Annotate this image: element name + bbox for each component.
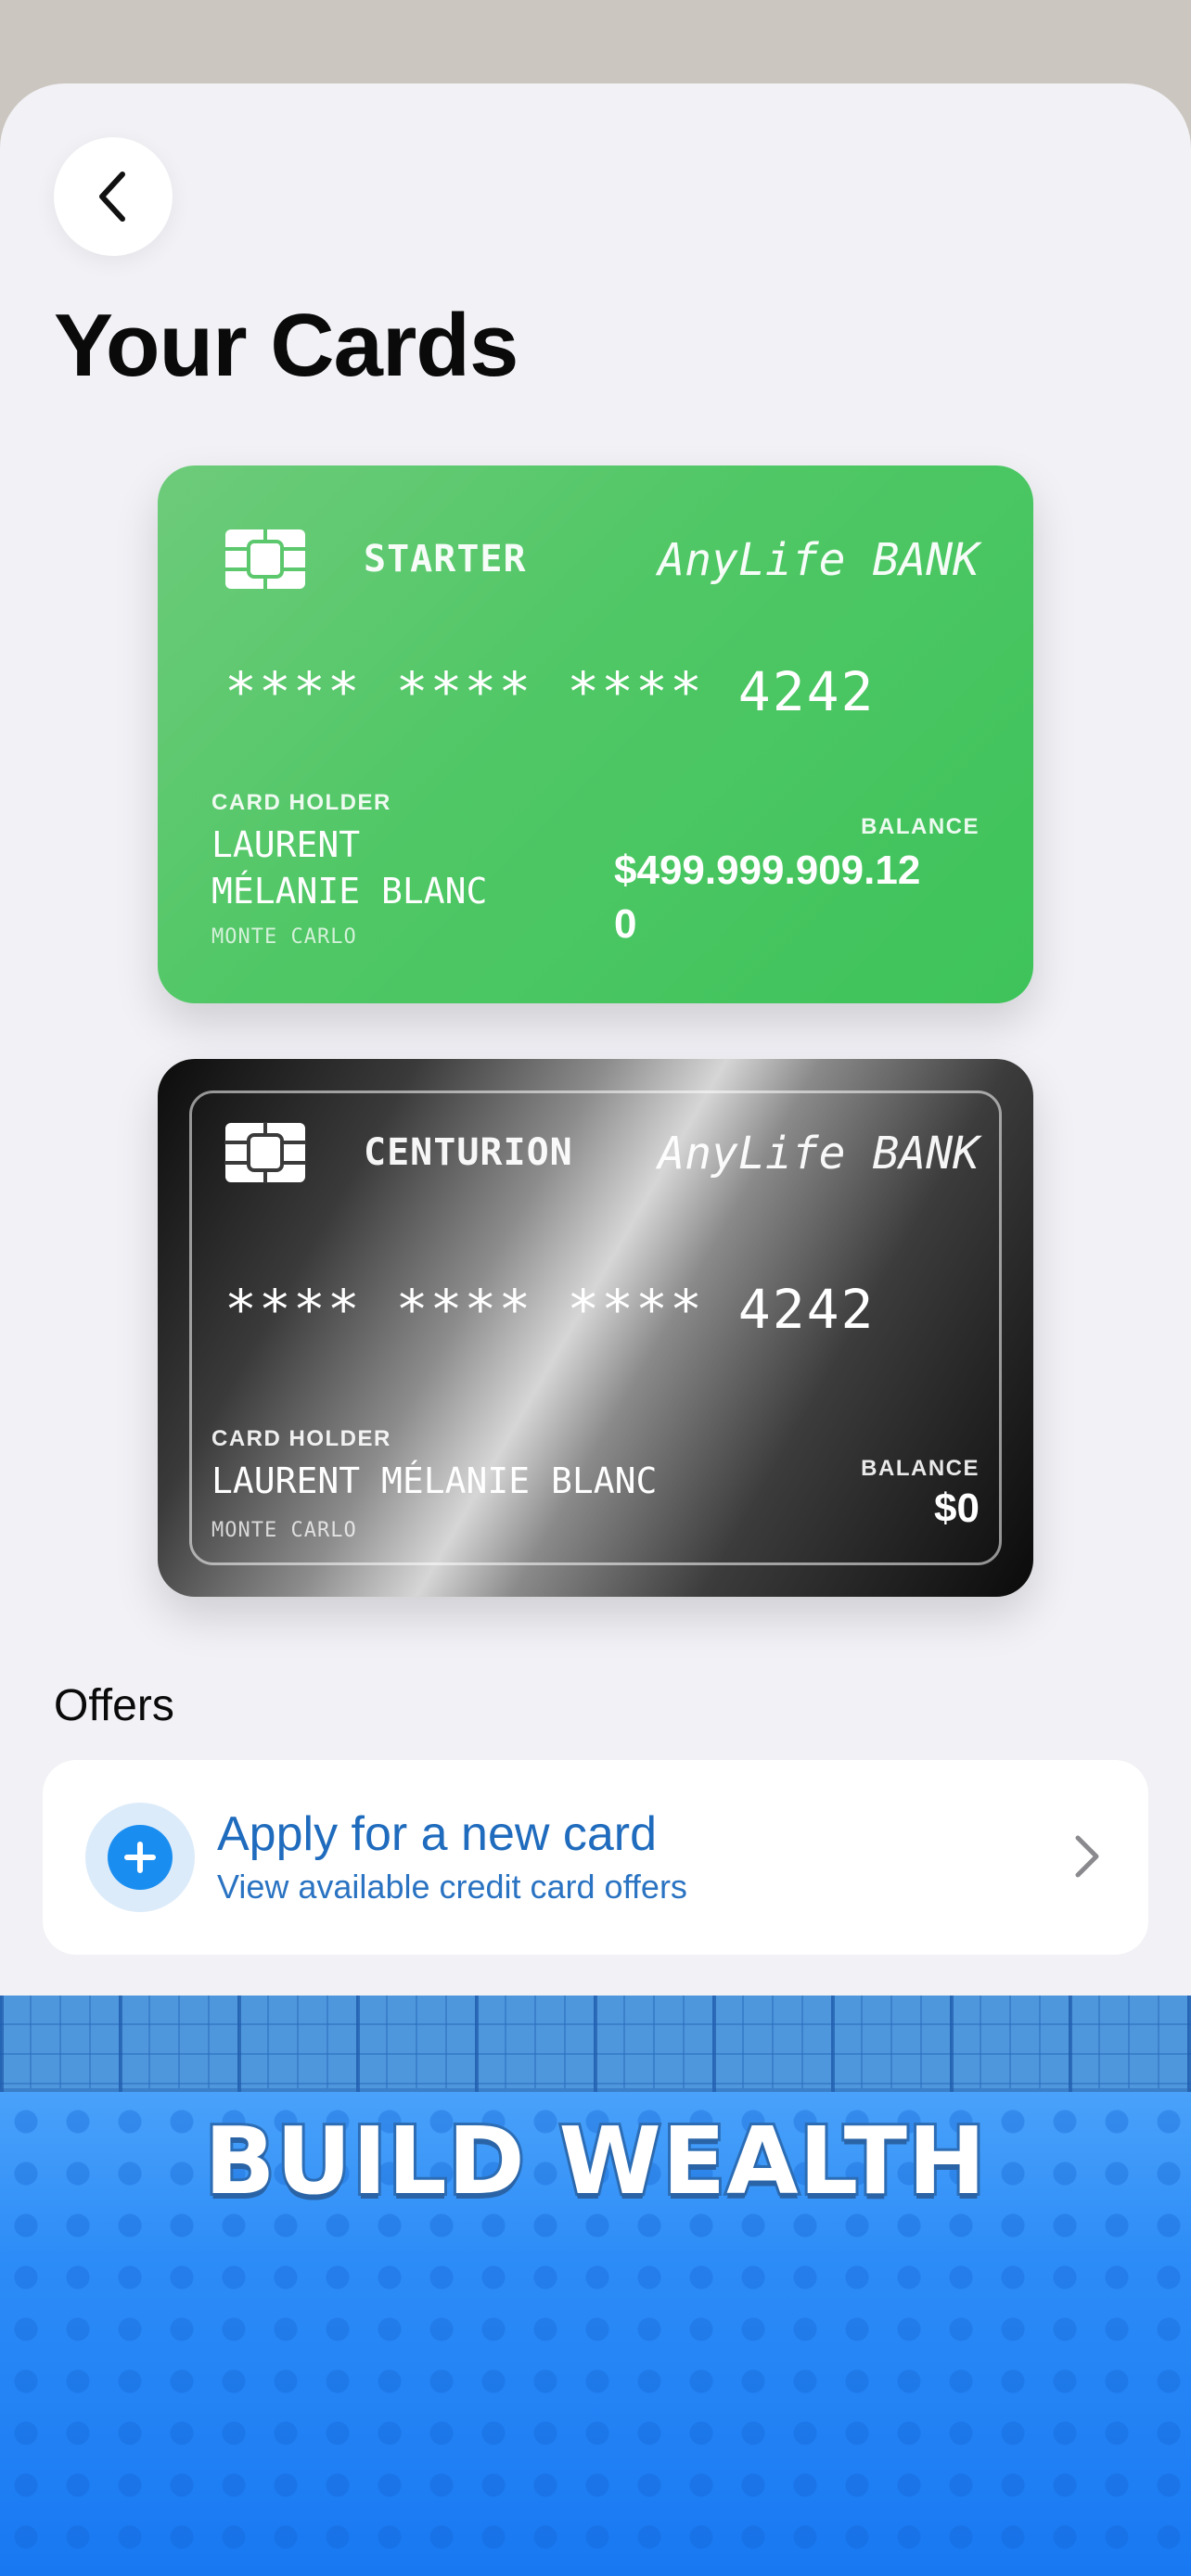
card-holder-name-line1: LAURENT <box>211 824 361 865</box>
card-holder-name-line2: MÉLANIE BLANC <box>211 871 488 912</box>
card-number: **** **** **** 4242 <box>224 1278 876 1341</box>
chevron-left-icon <box>99 172 125 222</box>
balance-value: $0 <box>934 1486 980 1531</box>
card-tier: CENTURION <box>364 1131 573 1174</box>
bank-name: AnyLife BANK <box>658 1128 980 1180</box>
card-holder-name: LAURENT MÉLANIE BLANC <box>211 1460 658 1501</box>
chevron-right-icon <box>1075 1835 1099 1878</box>
bank-name: AnyLife BANK <box>658 534 980 586</box>
starter-card[interactable]: STARTER AnyLife BANK **** **** **** 4242… <box>158 465 1033 1003</box>
offer-title: Apply for a new card <box>217 1807 658 1861</box>
balance-value-line2: 0 <box>614 901 637 947</box>
balance-value: $499.999.909.12 0 <box>614 844 920 951</box>
card-number: **** **** **** 4242 <box>224 660 876 723</box>
page-title: Your Cards <box>54 296 519 395</box>
plus-icon <box>108 1825 173 1890</box>
banner-headline: BUILD WEALTH <box>201 2104 988 2218</box>
offers-section-title: Offers <box>54 1681 174 1730</box>
promo-banner <box>0 1996 1191 2576</box>
balance-value-line1: $499.999.909.12 <box>614 848 921 893</box>
back-button[interactable] <box>54 137 173 256</box>
centurion-card[interactable]: CENTURION AnyLife BANK **** **** **** 42… <box>158 1059 1033 1597</box>
plus-icon-badge <box>85 1803 195 1912</box>
card-holder-label: CARD HOLDER <box>211 1426 391 1451</box>
banner-tile-dividers <box>0 1996 1191 2092</box>
apply-new-card-offer[interactable]: Apply for a new card View available cred… <box>43 1760 1148 1955</box>
card-city: MONTE CARLO <box>211 1519 357 1542</box>
card-holder-name: LAURENT MÉLANIE BLANC <box>211 822 487 914</box>
chip-icon <box>224 529 306 590</box>
card-city: MONTE CARLO <box>211 925 357 949</box>
balance-label: BALANCE <box>861 1456 980 1481</box>
chip-icon <box>224 1122 306 1183</box>
offer-subtitle: View available credit card offers <box>217 1868 687 1906</box>
card-tier: STARTER <box>364 538 527 580</box>
card-holder-label: CARD HOLDER <box>211 790 391 815</box>
balance-label: BALANCE <box>861 814 980 839</box>
